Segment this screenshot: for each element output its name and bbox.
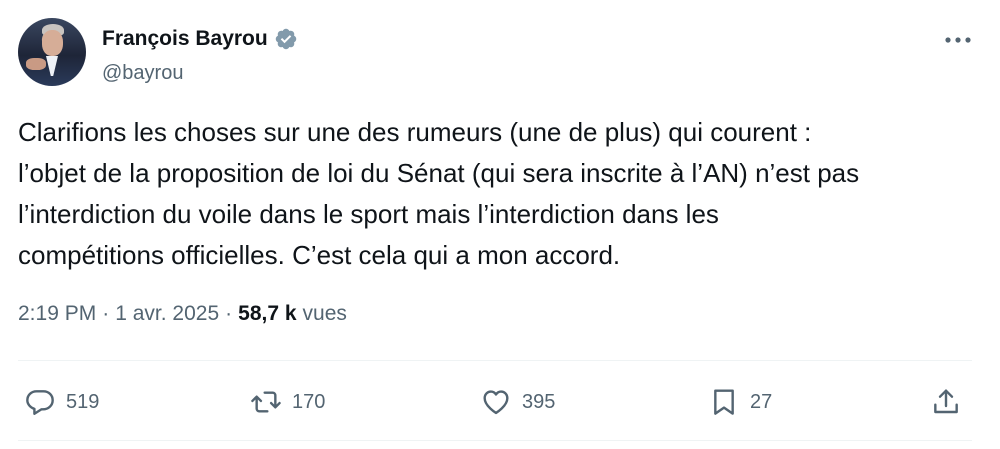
divider (18, 440, 972, 441)
bookmark-count: 27 (750, 390, 773, 413)
avatar-hand (26, 58, 46, 70)
tweet-header: François Bayrou @bayrou (18, 18, 982, 90)
repost-arrows-icon (251, 391, 281, 413)
meta-separator: · (102, 302, 110, 325)
meta-separator: · (225, 302, 233, 325)
like-count: 395 (522, 390, 556, 413)
author-display-name[interactable]: François Bayrou (102, 27, 268, 51)
repost-count: 170 (292, 390, 326, 413)
reply-button[interactable]: 519 (24, 378, 99, 426)
tweet-text: Clarifions les choses sur une des rumeur… (18, 117, 860, 270)
tweet-time[interactable]: 2:19 PM (18, 302, 96, 326)
verified-badge-icon[interactable] (274, 27, 298, 51)
repost-button[interactable]: 170 (250, 378, 325, 426)
reply-count: 519 (66, 390, 100, 413)
tweet-card: François Bayrou @bayrou Clarifions les c… (0, 0, 1000, 449)
heart-icon (483, 390, 509, 415)
share-button[interactable] (930, 378, 972, 426)
avatar[interactable] (18, 18, 86, 86)
more-horizontal-icon[interactable] (944, 28, 972, 52)
views-count[interactable]: 58,7 k (238, 302, 296, 326)
bookmark-icon (714, 389, 734, 415)
divider (18, 360, 972, 361)
tweet-date[interactable]: 1 avr. 2025 (115, 302, 219, 326)
author-handle[interactable]: @bayrou (102, 62, 183, 85)
reply-bubble-icon (26, 390, 54, 415)
bookmark-button[interactable]: 27 (708, 378, 772, 426)
share-upload-icon (934, 389, 958, 414)
avatar-shirt (46, 56, 58, 76)
tweet-meta: 2:19 PM · 1 avr. 2025 · 58,7 k vues (18, 302, 347, 326)
name-row: François Bayrou (102, 26, 298, 52)
avatar-face (42, 30, 63, 56)
like-button[interactable]: 395 (480, 378, 555, 426)
action-bar: 519 170 395 27 (18, 378, 972, 426)
views-label: vues (302, 302, 347, 325)
